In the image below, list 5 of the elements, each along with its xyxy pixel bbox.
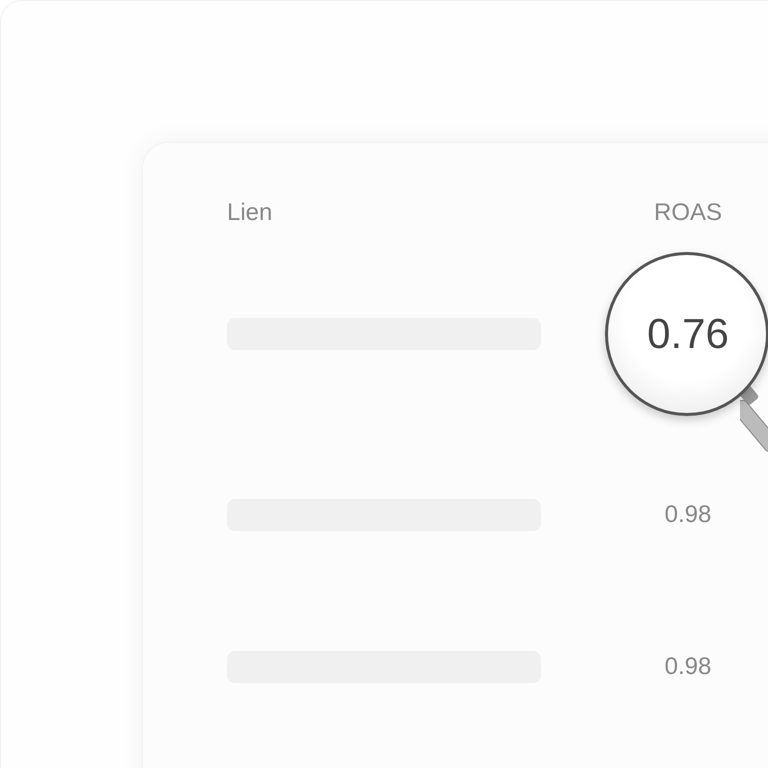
column-header: Lien [227, 199, 272, 227]
roas-value: 0.98 [664, 653, 712, 681]
column-header: ROAS [654, 199, 722, 227]
roas-value: 0.76 [647, 310, 729, 358]
roas-value: 0.98 [664, 501, 712, 529]
